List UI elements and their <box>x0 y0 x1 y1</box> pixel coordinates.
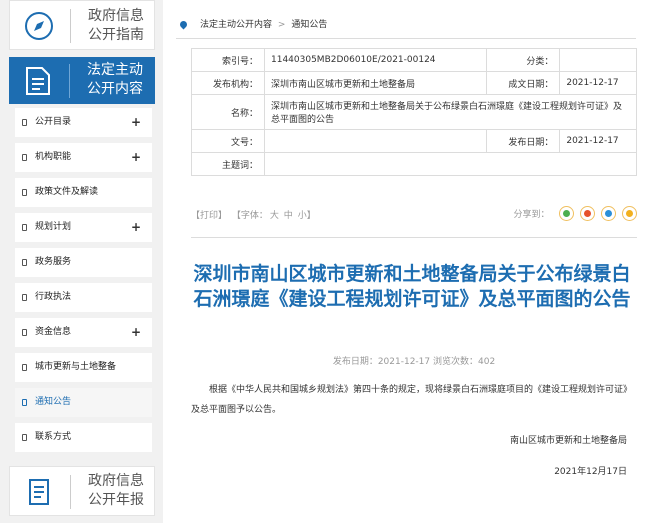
doc-icon <box>22 294 27 301</box>
sidebar: 政府信息 公开指南 法定主动 公开内容 公开目录 + 机构职能 + 政策文件及解读 … <box>0 0 163 523</box>
location-pin-icon <box>178 19 189 30</box>
article-body: 根据《中华人民共和国城乡规划法》第四十条的规定，现将绿景白石洲璟庭项目的《建设工… <box>191 385 628 415</box>
article-title: 深圳市南山区城市更新和土地整备局关于公布绿景白石洲璟庭《建设工程规划许可证》及总… <box>193 263 631 310</box>
sidebar-item-services[interactable]: 政务服务 <box>15 248 152 277</box>
doc-icon <box>22 189 27 196</box>
index-label: 索引号： <box>191 48 265 72</box>
sidebar-item-enforcement[interactable]: 行政执法 <box>15 283 152 312</box>
created-date-label: 成文日期： <box>486 71 561 95</box>
article-signature: 南山区城市更新和土地整备局 <box>509 436 627 446</box>
index-value: 11440305MB2D06010E/2021-00124 <box>263 48 488 72</box>
print-button[interactable]: 【打印】 <box>191 211 227 221</box>
sidebar-item-label: 资金信息 <box>35 327 72 337</box>
qq-icon[interactable] <box>601 206 617 221</box>
breadcrumb: 法定主动公开内容 > 通知公告 <box>176 13 636 39</box>
weibo-icon[interactable] <box>580 206 596 221</box>
sidebar-item-contact[interactable]: 联系方式 <box>15 423 152 452</box>
sidebar-item-notices[interactable]: 通知公告 <box>15 388 152 417</box>
name-value: 深圳市南山区城市更新和土地整备局关于公布绿景白石洲璟庭《建设工程规划许可证》及总… <box>264 94 637 130</box>
doc-icon <box>22 119 27 126</box>
breadcrumb-level2-link[interactable]: 通知公告 <box>291 20 327 30</box>
card-divider <box>69 64 70 98</box>
keywords-value <box>264 152 637 176</box>
publisher-value: 深圳市南山区城市更新和土地整备局 <box>263 71 488 95</box>
annual-title-line1: 政府信息 <box>88 473 144 489</box>
annual-report-card[interactable]: 政府信息 公开年报 <box>9 466 155 516</box>
statutory-content-card[interactable]: 法定主动 公开内容 <box>9 57 155 104</box>
sidebar-item-catalog[interactable]: 公开目录 + <box>15 108 152 137</box>
card-divider <box>70 475 71 509</box>
sidebar-item-urban-renewal[interactable]: 城市更新与土地整备 <box>15 353 152 382</box>
sidebar-item-label: 政务服务 <box>35 257 72 267</box>
sidebar-item-label: 城市更新与土地整备 <box>35 362 117 372</box>
doc-number-value <box>263 129 488 153</box>
doc-icon <box>22 154 27 161</box>
category-label: 分类： <box>486 48 561 72</box>
document-icon <box>26 67 50 95</box>
card-divider <box>70 9 71 43</box>
expand-icon[interactable]: + <box>131 108 141 137</box>
sidebar-item-label: 行政执法 <box>35 292 72 302</box>
sidebar-item-label: 通知公告 <box>35 397 72 407</box>
divider <box>191 237 637 238</box>
sidebar-item-label: 公开目录 <box>35 117 72 127</box>
doc-icon <box>22 259 27 266</box>
publish-date-label: 发布日期： <box>486 129 561 153</box>
doc-number-label: 文号： <box>191 129 265 153</box>
expand-icon[interactable]: + <box>131 143 141 172</box>
share-label: 分享到： <box>513 210 550 220</box>
doc-icon <box>22 434 27 441</box>
sidebar-item-label: 联系方式 <box>35 432 72 442</box>
guide-card-title: 政府信息 公开指南 <box>78 7 154 45</box>
doc-icon <box>22 329 27 336</box>
sidebar-menu: 公开目录 + 机构职能 + 政策文件及解读 规划计划 + 政务服务 行政执法 资金信息… <box>15 108 152 458</box>
publisher-label: 发布机构： <box>191 71 265 95</box>
article-date: 2021年12月17日 <box>554 467 627 477</box>
share-bar: 分享到： <box>513 206 637 221</box>
doc-icon <box>22 399 27 406</box>
name-label: 名称： <box>191 94 265 130</box>
guide-title-line1: 政府信息 <box>88 8 144 24</box>
document-metadata-table: 索引号： 11440305MB2D06010E/2021-00124 分类： 发… <box>191 48 637 176</box>
report-icon <box>29 479 49 505</box>
doc-icon <box>22 364 27 371</box>
doc-icon <box>22 224 27 231</box>
font-small-button[interactable]: 小】 <box>298 211 316 221</box>
expand-icon[interactable]: + <box>131 213 141 242</box>
sidebar-item-label: 规划计划 <box>35 222 72 232</box>
sidebar-item-planning[interactable]: 规划计划 + <box>15 213 152 242</box>
sidebar-item-policy[interactable]: 政策文件及解读 <box>15 178 152 207</box>
font-large-button[interactable]: 大 <box>270 211 279 221</box>
sidebar-item-funds[interactable]: 资金信息 + <box>15 318 152 347</box>
statutory-card-title: 法定主动 公开内容 <box>77 61 153 99</box>
wechat-icon[interactable] <box>559 206 575 221</box>
category-value <box>559 48 637 72</box>
created-date-value: 2021-12-17 <box>559 71 637 95</box>
keywords-label: 主题词： <box>191 152 265 176</box>
statutory-title-line2: 公开内容 <box>87 81 143 97</box>
guide-title-line2: 公开指南 <box>88 27 144 43</box>
sidebar-item-label: 政策文件及解读 <box>35 187 99 197</box>
compass-icon <box>25 12 53 40</box>
sidebar-item-label: 机构职能 <box>35 152 72 162</box>
article-info: 发布日期：2021-12-17 浏览次数：402 <box>332 357 496 367</box>
annual-title-line2: 公开年报 <box>88 492 144 508</box>
breadcrumb-level1-link[interactable]: 法定主动公开内容 <box>200 20 272 30</box>
font-medium-button[interactable]: 中 <box>284 211 293 221</box>
breadcrumb-separator: > <box>277 20 286 30</box>
expand-icon[interactable]: + <box>131 318 141 347</box>
statutory-title-line1: 法定主动 <box>87 62 143 78</box>
guide-card[interactable]: 政府信息 公开指南 <box>9 0 155 50</box>
article-tools: 【打印】 【字体：大 中 小】 分享到： <box>191 206 637 221</box>
sidebar-item-functions[interactable]: 机构职能 + <box>15 143 152 172</box>
annual-report-title: 政府信息 公开年报 <box>78 472 154 510</box>
publish-date-value: 2021-12-17 <box>559 129 637 153</box>
font-size-label: 【字体： <box>231 211 268 221</box>
qzone-icon[interactable] <box>622 206 637 221</box>
